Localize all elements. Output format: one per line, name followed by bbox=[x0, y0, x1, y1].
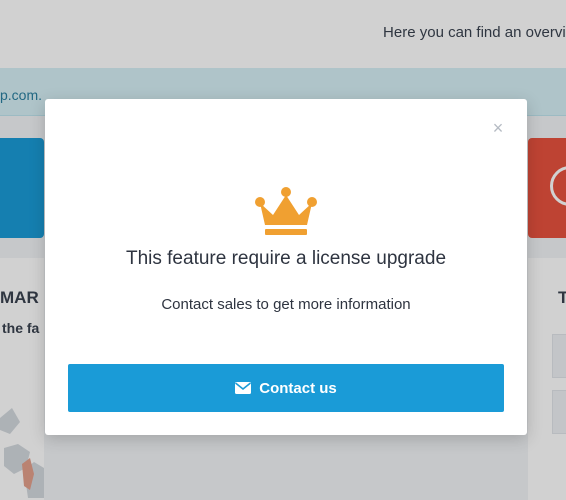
crown-icon bbox=[255, 187, 317, 235]
contact-us-button[interactable]: Contact us bbox=[68, 364, 504, 412]
modal-description: Contact sales to get more information bbox=[161, 296, 411, 313]
modal-title: This feature require a license upgrade bbox=[125, 248, 447, 269]
upgrade-modal: × This feature require a license upgrade… bbox=[45, 99, 527, 435]
envelope-icon bbox=[235, 382, 252, 394]
close-button[interactable]: × bbox=[491, 118, 505, 138]
contact-us-label: Contact us bbox=[259, 379, 337, 397]
close-icon: × bbox=[492, 118, 504, 138]
